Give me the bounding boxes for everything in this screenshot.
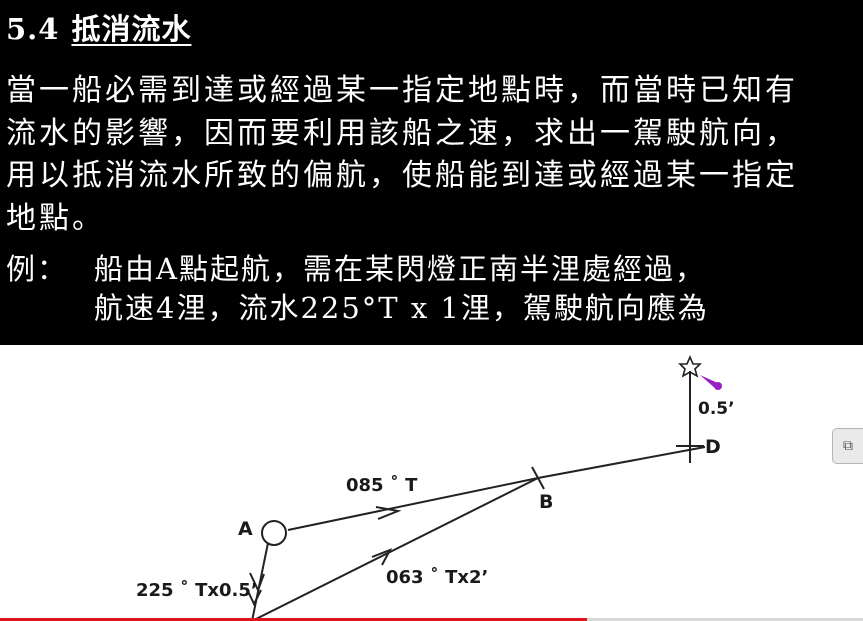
label-course: 085 ˚ T [346, 474, 418, 496]
label-tide: 225 ˚ Tx0.5’ [136, 579, 258, 601]
label-distance: 0.5’ [698, 399, 735, 419]
section-title: 抵消流水 [71, 12, 192, 46]
point-a-marker [261, 520, 287, 546]
exit-fullscreen-icon: ⧉ [843, 438, 853, 454]
example-line: 航速4浬，流水225°T x 1浬，駕駛航向應為 [94, 291, 709, 325]
section-heading: 5.4 抵消流水 [6, 6, 191, 48]
paragraph-line: 流水的影響，因而要利用該船之速，求出一駕駛航向， [6, 115, 798, 151]
current-triangle-diagram: A B D 0.5’ 085 ˚ T 063 ˚ Tx2’ 225 ˚ Tx0.… [136, 354, 735, 621]
paragraph-line: 當一船必需到達或經過某一指定地點時，而當時已知有 [6, 73, 798, 108]
definition-paragraph: 當一船必需到達或經過某一指定地點時，而當時已知有 流水的影響，因而要利用該船之速… [6, 70, 846, 240]
side-panel-toggle-button[interactable]: ⧉ [832, 428, 863, 464]
label-resultant: 063 ˚ Tx2’ [386, 566, 488, 588]
example-label: 例： [6, 252, 69, 286]
light-flash-tip [714, 382, 722, 390]
label-b: B [539, 491, 553, 513]
paragraph-line: 用以抵消流水所致的偏航，使船能到達或經過某一指定 [6, 158, 798, 193]
slide-header-area: 5.4 抵消流水 當一船必需到達或經過某一指定地點時，而當時已知有 流水的影響，因… [0, 0, 863, 345]
paragraph-line: 地點。 [6, 200, 105, 236]
label-a: A [238, 518, 253, 540]
section-number: 5.4 [6, 12, 60, 46]
course-line-bd [537, 446, 706, 479]
example-line: 船由A點起航，需在某閃燈正南半浬處經過， [94, 252, 706, 286]
label-d: D [705, 436, 721, 458]
resultant-line [251, 477, 539, 621]
